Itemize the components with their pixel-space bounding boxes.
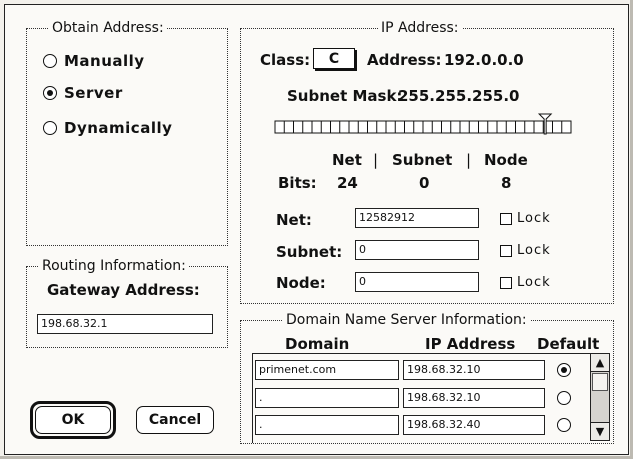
dns-title: Domain Name Server Information:	[283, 312, 530, 328]
table-row[interactable]: . 198.68.32.40	[253, 412, 591, 438]
radio-selected-dot	[47, 90, 53, 96]
net-lock-label: Lock	[517, 211, 551, 226]
net-lock-checkbox[interactable]: Lock	[500, 211, 551, 226]
subnet-mask-value: 255.255.255.0	[398, 87, 520, 105]
node-lock-box[interactable]	[500, 276, 512, 289]
ip-address-title: IP Address:	[378, 20, 462, 36]
radio-dynamically[interactable]: Dynamically	[43, 119, 172, 137]
net-field[interactable]: 12582912	[355, 208, 479, 228]
radio-manually-label: Manually	[64, 52, 145, 70]
dns-column-default: Default	[537, 335, 600, 353]
dns-ip-field[interactable]: 198.68.32.40	[403, 415, 545, 435]
scroll-thumb[interactable]	[592, 373, 608, 391]
bits-label: Bits:	[278, 174, 317, 192]
subnet-slider[interactable]	[273, 110, 575, 140]
dns-domain-field[interactable]: primenet.com	[255, 360, 399, 380]
class-popup[interactable]: C	[313, 48, 355, 69]
routing-information-title: Routing Information:	[39, 258, 189, 274]
bits-subnet-value: 0	[419, 174, 430, 192]
class-value: C	[328, 50, 340, 67]
gateway-address-label: Gateway Address:	[47, 281, 200, 299]
net-field-label: Net:	[276, 211, 312, 229]
dns-column-domain: Domain	[285, 335, 350, 353]
gateway-address-field[interactable]: 198.68.32.1	[37, 314, 213, 334]
radio-manually[interactable]: Manually	[43, 52, 145, 70]
bits-header-sep2: |	[466, 151, 472, 169]
node-lock-label: Lock	[517, 275, 551, 290]
bits-header-sep1: |	[373, 151, 379, 169]
radio-server-circle[interactable]	[43, 86, 57, 100]
bits-header-subnet: Subnet	[392, 151, 453, 169]
subnet-field[interactable]: 0	[355, 240, 479, 260]
address-label: Address:	[367, 51, 442, 69]
bits-header-net: Net	[332, 151, 362, 169]
routing-information-group: Routing Information:	[26, 258, 228, 348]
node-field-label: Node:	[276, 274, 326, 292]
dns-ip-field[interactable]: 198.68.32.10	[403, 388, 545, 408]
table-row[interactable]: . 198.68.32.10	[253, 385, 591, 411]
bits-net-value: 24	[337, 174, 358, 192]
subnet-lock-label: Lock	[517, 243, 551, 258]
slider-ticks	[274, 120, 572, 134]
dns-list: primenet.com 198.68.32.10 . 198.68.32.10…	[252, 353, 591, 443]
obtain-address-title: Obtain Address:	[49, 20, 167, 36]
net-lock-box[interactable]	[500, 212, 512, 225]
dns-domain-field[interactable]: .	[255, 388, 399, 408]
ok-button[interactable]: OK	[35, 406, 111, 434]
subnet-lock-checkbox[interactable]: Lock	[500, 243, 551, 258]
dns-ip-field[interactable]: 198.68.32.10	[403, 360, 545, 380]
address-value: 192.0.0.0	[444, 51, 524, 69]
bits-node-value: 8	[501, 174, 512, 192]
dns-default-radio[interactable]	[557, 391, 571, 405]
dns-column-ip: IP Address	[425, 335, 516, 353]
dns-domain-field[interactable]: .	[255, 415, 399, 435]
radio-server[interactable]: Server	[43, 84, 123, 102]
dns-scrollbar[interactable]: ▲ ▼	[590, 353, 610, 441]
class-label: Class:	[260, 51, 311, 69]
dns-default-radio[interactable]	[557, 363, 571, 377]
subnet-lock-box[interactable]	[500, 244, 512, 257]
node-field[interactable]: 0	[355, 272, 479, 292]
radio-dynamically-circle[interactable]	[43, 121, 57, 135]
radio-dynamically-label: Dynamically	[64, 119, 173, 137]
radio-server-label: Server	[64, 84, 123, 102]
bits-header-node: Node	[484, 151, 528, 169]
radio-manually-circle[interactable]	[43, 54, 57, 68]
node-lock-checkbox[interactable]: Lock	[500, 275, 551, 290]
subnet-mask-label: Subnet Mask:	[287, 87, 403, 105]
radio-selected-dot	[561, 367, 567, 373]
cancel-button[interactable]: Cancel	[136, 406, 214, 434]
dns-default-radio[interactable]	[557, 418, 571, 432]
up-arrow-icon[interactable]: ▲	[591, 354, 609, 372]
table-row[interactable]: primenet.com 198.68.32.10	[253, 357, 591, 383]
subnet-field-label: Subnet:	[276, 243, 343, 261]
down-arrow-icon[interactable]: ▼	[591, 422, 609, 440]
